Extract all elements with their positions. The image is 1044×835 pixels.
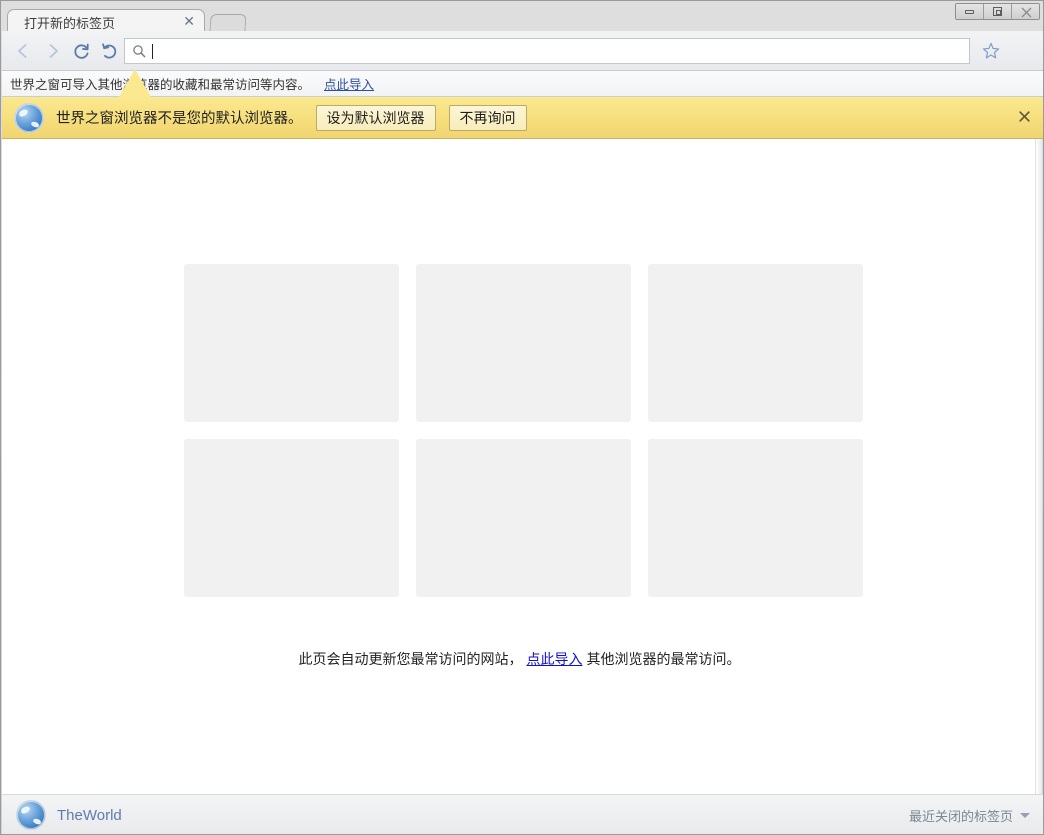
close-x-icon <box>1021 7 1032 18</box>
thumbnail-tile[interactable] <box>648 264 863 422</box>
bookmark-button[interactable] <box>978 39 1004 63</box>
window-controls <box>955 3 1040 20</box>
close-window-button[interactable] <box>1012 4 1039 19</box>
maximize-button[interactable] <box>984 4 1012 19</box>
reload-icon <box>72 42 91 61</box>
thumbnail-tile[interactable] <box>416 439 631 597</box>
browser-window: 打开新的标签页 ✕ <box>0 0 1044 835</box>
text-caret <box>152 44 153 59</box>
most-visited-grid <box>184 264 864 614</box>
globe-icon <box>14 103 44 133</box>
close-icon <box>1021 7 1031 17</box>
close-x-icon <box>1019 111 1030 122</box>
new-tab-page: 此页会自动更新您最常访问的网站，点此导入其他浏览器的最常访问。 <box>2 139 1037 794</box>
search-icon <box>132 44 146 58</box>
recently-closed-label: 最近关闭的标签页 <box>909 806 1013 825</box>
star-icon <box>982 42 1000 60</box>
maximize-icon <box>993 7 1002 16</box>
hint-suffix: 其他浏览器的最常访问。 <box>587 651 741 667</box>
import-bar-link[interactable]: 点此导入 <box>324 74 374 93</box>
new-tab-button[interactable] <box>209 14 246 32</box>
default-browser-notification: 世界之窗浏览器不是您的默认浏览器。 设为默认浏览器 不再询问 <box>2 97 1044 139</box>
notification-message: 世界之窗浏览器不是您的默认浏览器。 <box>56 107 303 128</box>
forward-arrow-icon <box>45 43 61 59</box>
thumbnail-tile[interactable] <box>648 439 863 597</box>
address-bar[interactable] <box>124 38 970 64</box>
thumbnail-tile[interactable] <box>184 439 399 597</box>
minimize-button[interactable] <box>956 4 984 19</box>
chevron-down-icon <box>1020 813 1030 818</box>
notification-close-icon[interactable] <box>1019 111 1030 126</box>
page-scroll-gutter[interactable] <box>1035 139 1042 794</box>
brand-button[interactable]: TheWorld <box>16 800 122 830</box>
hint-prefix: 此页会自动更新您最常访问的网站， <box>299 651 523 667</box>
restore-button[interactable] <box>94 37 124 65</box>
notification-pointer <box>119 69 151 97</box>
thumbnail-tile[interactable] <box>184 264 399 422</box>
tab-strip: 打开新的标签页 ✕ <box>1 1 1044 31</box>
minimize-icon <box>965 10 974 14</box>
back-button[interactable] <box>8 37 38 65</box>
forward-button[interactable] <box>38 37 68 65</box>
status-footer: TheWorld 最近关闭的标签页 <box>2 794 1044 835</box>
globe-icon <box>16 800 46 830</box>
tab-title: 打开新的标签页 <box>24 13 115 32</box>
hint-import-link[interactable]: 点此导入 <box>527 651 583 667</box>
back-arrow-icon <box>15 43 31 59</box>
tab-active[interactable]: 打开新的标签页 ✕ <box>7 9 205 32</box>
undo-icon <box>100 42 119 61</box>
dont-ask-again-button[interactable]: 不再询问 <box>449 105 527 131</box>
recently-closed-tabs-button[interactable]: 最近关闭的标签页 <box>909 806 1030 825</box>
reload-button[interactable] <box>66 37 96 65</box>
tab-close-icon[interactable]: ✕ <box>183 13 195 29</box>
thumbnail-row <box>184 264 864 422</box>
import-bar-text: 世界之窗可导入其他浏览器的收藏和最常访问等内容。 <box>10 74 310 93</box>
brand-label: TheWorld <box>57 807 122 824</box>
main-menu-button[interactable] <box>1010 39 1036 63</box>
thumbnail-row <box>184 439 864 597</box>
import-bar: 世界之窗可导入其他浏览器的收藏和最常访问等内容。 点此导入 <box>2 71 1044 97</box>
thumbnail-tile[interactable] <box>416 264 631 422</box>
magnifier-icon <box>132 44 146 58</box>
most-visited-hint: 此页会自动更新您最常访问的网站，点此导入其他浏览器的最常访问。 <box>2 649 1037 669</box>
browser-toolbar <box>2 31 1044 71</box>
set-default-browser-button[interactable]: 设为默认浏览器 <box>316 105 436 131</box>
